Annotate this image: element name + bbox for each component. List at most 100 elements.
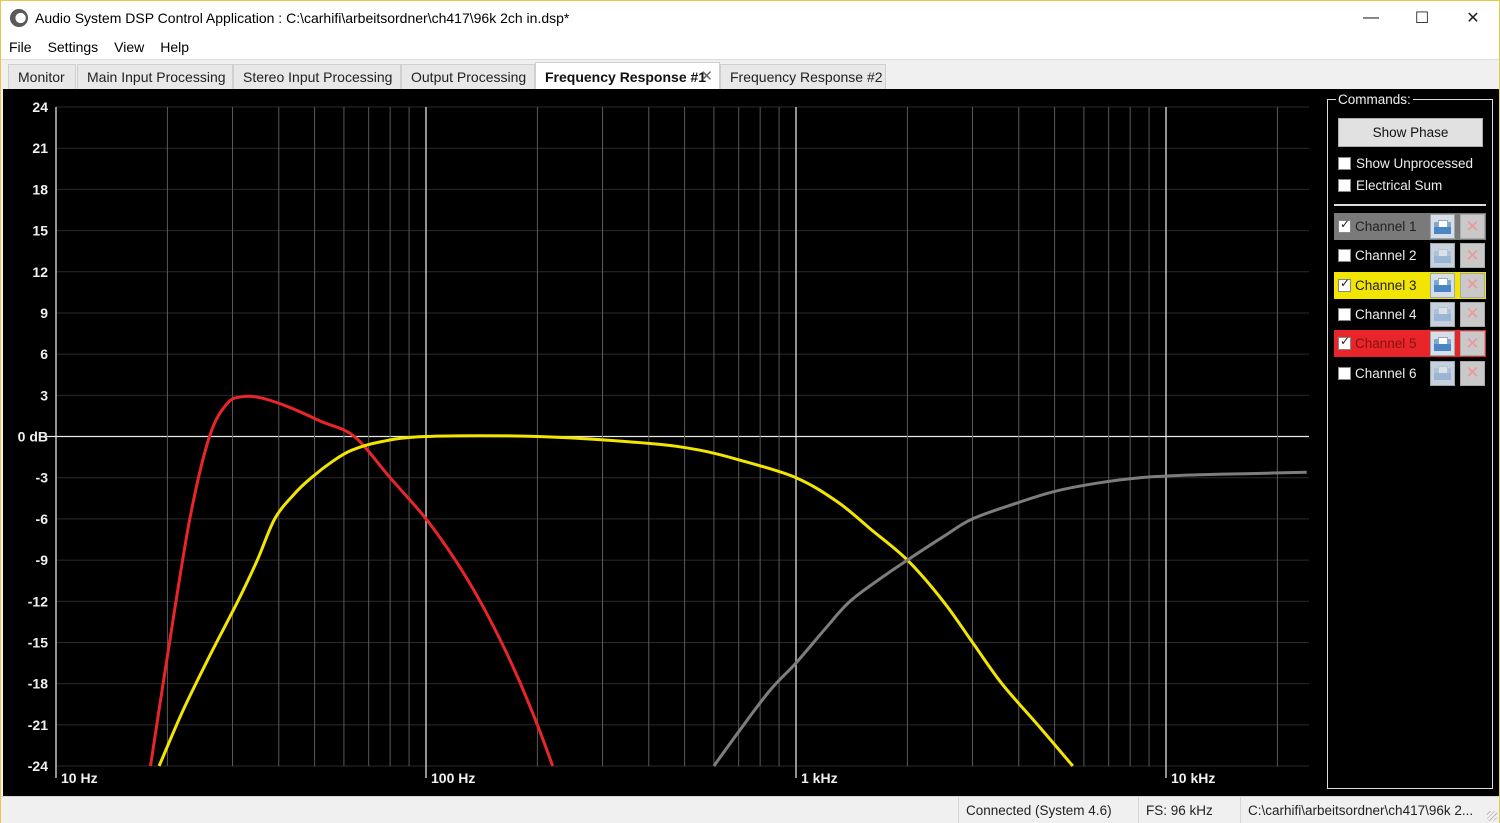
close-icon: ✕	[1466, 10, 1480, 27]
title-bar: Audio System DSP Control Application : C…	[1, 1, 1499, 35]
series	[149, 394, 1307, 767]
channel-checkbox[interactable]	[1338, 307, 1351, 321]
delete-x-icon: ✕	[1465, 363, 1480, 382]
y-tick-label: -9	[36, 552, 49, 568]
channel-row-5: Channel 5 ✕	[1334, 330, 1486, 358]
tab-label: Stereo Input Processing	[243, 69, 393, 85]
checkbox-box[interactable]	[1338, 178, 1351, 192]
show-unprocessed-checkbox[interactable]: Show Unprocessed	[1338, 154, 1473, 172]
channel-label: Channel 4	[1355, 306, 1417, 322]
channel-row-3: Channel 3 ✕	[1334, 271, 1486, 299]
x-tick-label: 10 kHz	[1171, 770, 1215, 786]
delete-x-icon: ✕	[1465, 216, 1480, 236]
channel-checkbox[interactable]	[1338, 366, 1351, 380]
commands-panel: Commands: Show Phase Show Unprocessed El…	[1327, 92, 1493, 789]
y-tick-label: 15	[32, 223, 48, 239]
tab-frequency-response-2[interactable]: Frequency Response #2	[720, 64, 886, 89]
y-tick-label: 9	[40, 305, 48, 321]
channel-toggle-3[interactable]: Channel 3	[1334, 271, 1428, 299]
menu-help[interactable]: Help	[152, 39, 197, 55]
channel-checkbox[interactable]	[1338, 276, 1351, 292]
show-phase-button[interactable]: Show Phase	[1338, 118, 1483, 147]
delete-channel-button[interactable]: ✕	[1460, 214, 1485, 239]
y-tick-label: -21	[28, 717, 48, 733]
delete-channel-button[interactable]: ✕	[1460, 272, 1485, 298]
channel-checkbox[interactable]	[1338, 217, 1351, 233]
delete-x-icon: ✕	[1465, 304, 1480, 324]
load-channel-button[interactable]	[1430, 360, 1455, 386]
electrical-sum-checkbox[interactable]: Electrical Sum	[1338, 176, 1442, 194]
maximize-button[interactable]: ☐	[1397, 1, 1447, 35]
load-channel-button[interactable]	[1430, 243, 1455, 269]
channel-toggle-6[interactable]: Channel 6	[1334, 360, 1428, 387]
status-connection: Connected (System 4.6)	[958, 797, 1138, 823]
frequency-response-chart[interactable]: 24 21 18 15 12 9 6 3 0 dB -3 -6 -9 -12 -15 -18 -21 -24 10…	[3, 89, 1323, 796]
channel-row-2: Channel 2 ✕	[1334, 242, 1486, 269]
y-tick-label: -24	[28, 758, 48, 774]
y-tick-label: -15	[28, 634, 48, 650]
channel-row-4: Channel 4 ✕	[1334, 301, 1486, 328]
folder-open-icon	[1434, 336, 1451, 351]
delete-x-icon: ✕	[1465, 275, 1480, 295]
tab-stereo-input-processing[interactable]: Stereo Input Processing	[233, 64, 401, 89]
channel-label: Channel 6	[1355, 365, 1417, 381]
folder-open-icon	[1434, 278, 1451, 293]
channel-label: Channel 1	[1355, 219, 1417, 234]
tab-label: Monitor	[18, 69, 65, 85]
tab-bar: Monitor Main Input Processing Stereo Inp…	[1, 59, 1499, 90]
series-line-channel-1	[712, 470, 1307, 767]
load-channel-button[interactable]	[1430, 331, 1455, 357]
folder-open-icon	[1434, 248, 1451, 263]
channel-checkbox[interactable]	[1338, 249, 1351, 263]
x-tick-label: 1 kHz	[801, 770, 838, 786]
minimize-icon: —	[1363, 9, 1379, 26]
y-tick-label: 6	[40, 346, 48, 362]
y-tick-label: -6	[36, 511, 49, 527]
checkbox-box[interactable]	[1338, 156, 1351, 170]
checkbox-label: Show Unprocessed	[1356, 155, 1474, 171]
resize-grip[interactable]	[1487, 811, 1497, 821]
load-channel-button[interactable]	[1430, 301, 1455, 327]
delete-channel-button[interactable]: ✕	[1460, 331, 1485, 357]
delete-x-icon: ✕	[1465, 333, 1480, 353]
delete-channel-button[interactable]: ✕	[1460, 360, 1485, 386]
window-title: Audio System DSP Control Application : C…	[35, 10, 570, 26]
y-tick-label: 24	[32, 99, 48, 115]
channel-label: Channel 5	[1355, 336, 1417, 352]
delete-channel-button[interactable]: ✕	[1460, 243, 1485, 269]
commands-legend: Commands:	[1336, 92, 1413, 107]
menu-view[interactable]: View	[106, 39, 152, 55]
channel-checkbox[interactable]	[1338, 334, 1351, 351]
folder-open-icon	[1434, 307, 1451, 322]
tab-frequency-response-1[interactable]: Frequency Response #1 ✕	[535, 62, 720, 90]
y-tick-label: 21	[32, 140, 48, 156]
menu-file[interactable]: File	[1, 39, 40, 55]
tab-output-processing[interactable]: Output Processing	[401, 64, 535, 89]
delete-channel-button[interactable]: ✕	[1460, 301, 1485, 327]
y-tick-label: -3	[36, 470, 49, 486]
load-channel-button[interactable]	[1430, 214, 1455, 239]
frequency-response-view: 24 21 18 15 12 9 6 3 0 dB -3 -6 -9 -12 -15 -18 -21 -24 10…	[3, 89, 1499, 796]
y-tick-label: 12	[32, 264, 48, 280]
channel-toggle-1[interactable]: Channel 1	[1334, 213, 1428, 240]
close-button[interactable]: ✕	[1448, 1, 1498, 35]
folder-open-icon	[1434, 366, 1451, 380]
y-tick-label: -18	[28, 676, 48, 692]
tab-label: Frequency Response #1	[545, 68, 707, 85]
channel-toggle-2[interactable]: Channel 2	[1334, 242, 1428, 269]
folder-open-icon	[1434, 219, 1451, 234]
tab-label: Main Input Processing	[87, 69, 226, 85]
tab-label: Frequency Response #2	[730, 69, 883, 85]
checkbox-label: Electrical Sum	[1356, 177, 1443, 193]
channel-toggle-5[interactable]: Channel 5	[1334, 330, 1428, 358]
tab-monitor[interactable]: Monitor	[8, 64, 76, 89]
tab-main-input-processing[interactable]: Main Input Processing	[77, 64, 233, 89]
delete-x-icon: ✕	[1465, 245, 1480, 265]
tab-close-icon[interactable]: ✕	[700, 67, 713, 85]
channel-row-6: Channel 6 ✕	[1334, 360, 1486, 387]
minimize-button[interactable]: —	[1346, 1, 1396, 35]
load-channel-button[interactable]	[1430, 272, 1455, 298]
channel-toggle-4[interactable]: Channel 4	[1334, 301, 1428, 328]
menu-settings[interactable]: Settings	[40, 39, 107, 55]
app-icon	[10, 9, 28, 27]
